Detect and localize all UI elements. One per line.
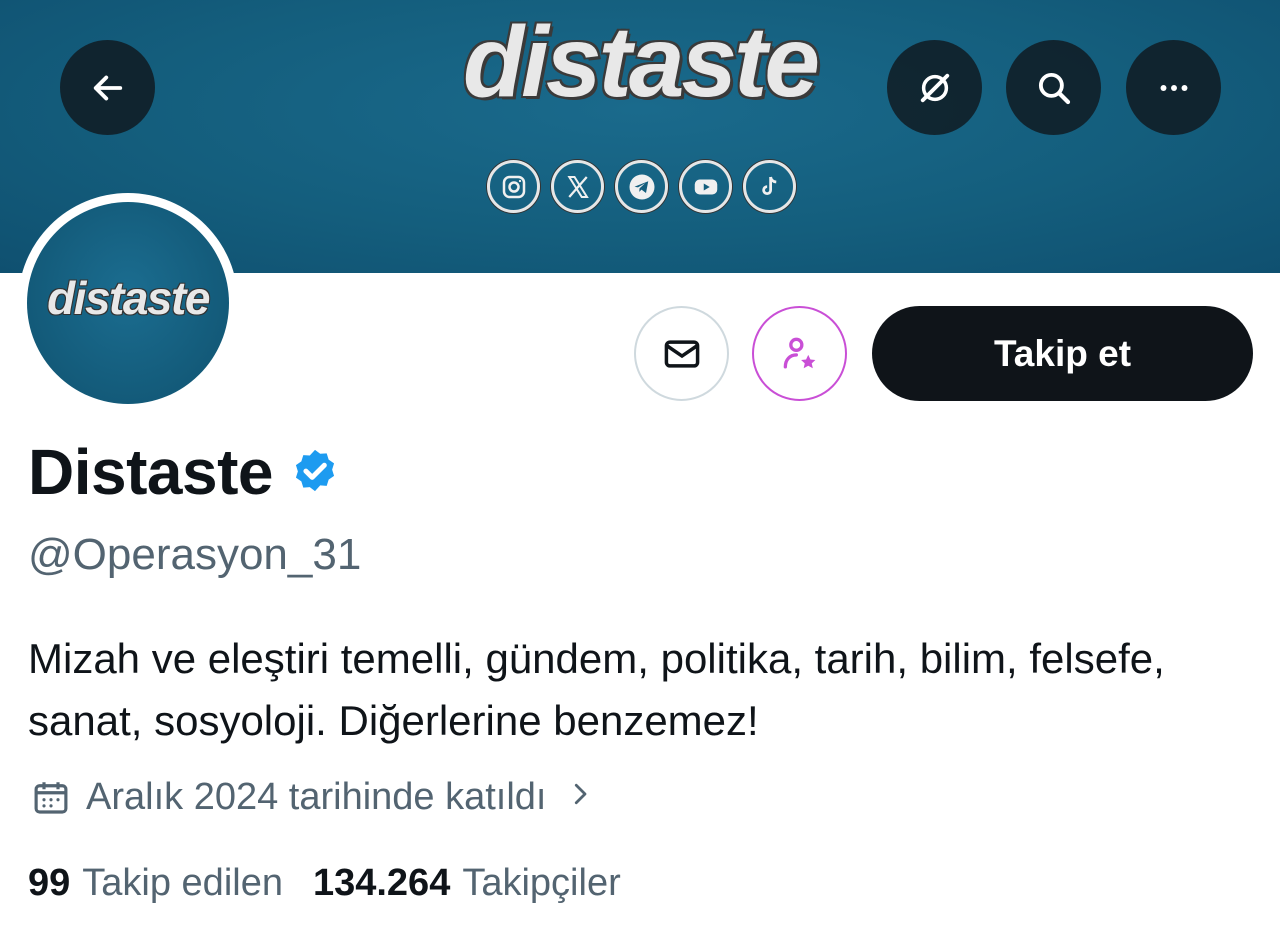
back-button[interactable]: [60, 40, 155, 135]
tiktok-icon: [743, 160, 796, 213]
profile-bio: Mizah ve eleştiri temelli, gündem, polit…: [28, 635, 1165, 744]
avatar-text: distaste: [47, 272, 210, 324]
followers-label: Takipçiler: [462, 862, 621, 904]
search-icon: [1038, 72, 1070, 104]
mail-icon: [664, 339, 699, 368]
joined-date-text: Aralık 2024 tarihinde katıldı: [86, 776, 547, 818]
youtube-icon: [679, 160, 732, 213]
more-button[interactable]: [1126, 40, 1221, 135]
avatar-image: distaste: [27, 202, 229, 404]
avatar[interactable]: distaste: [18, 193, 238, 413]
message-button[interactable]: [634, 306, 729, 401]
calendar-icon: [34, 781, 68, 814]
followers-stat[interactable]: 134.264 Takipçiler: [313, 862, 621, 905]
search-button[interactable]: [1006, 40, 1101, 135]
grok-icon: [920, 73, 949, 102]
followers-count: 134.264: [312, 862, 451, 904]
social-icons-row: [487, 160, 796, 213]
x-icon: [551, 160, 604, 213]
subscribe-button[interactable]: [752, 306, 847, 401]
arrow-left-icon: [93, 75, 122, 100]
instagram-icon: [487, 160, 540, 213]
following-stat[interactable]: 99 Takip edilen: [28, 862, 283, 905]
name-row: Distaste: [28, 440, 341, 504]
following-label: Takip edilen: [82, 862, 283, 904]
following-count: 99: [28, 862, 71, 904]
joined-date-row[interactable]: Aralık 2024 tarihinde katıldı: [30, 776, 595, 819]
follow-stats: 99 Takip edilen 134.264 Takipçiler: [28, 862, 621, 905]
chevron-right-icon: [561, 776, 595, 819]
more-horizontal-icon: [1160, 84, 1187, 91]
profile-handle: @Operasyon_31: [28, 530, 362, 579]
subscribe-star-icon: [783, 337, 815, 368]
display-name: Distaste: [28, 436, 274, 508]
verified-badge-icon[interactable]: [289, 446, 341, 498]
telegram-icon: [615, 160, 668, 213]
follow-button[interactable]: Takip et: [872, 306, 1253, 401]
grok-button[interactable]: [887, 40, 982, 135]
